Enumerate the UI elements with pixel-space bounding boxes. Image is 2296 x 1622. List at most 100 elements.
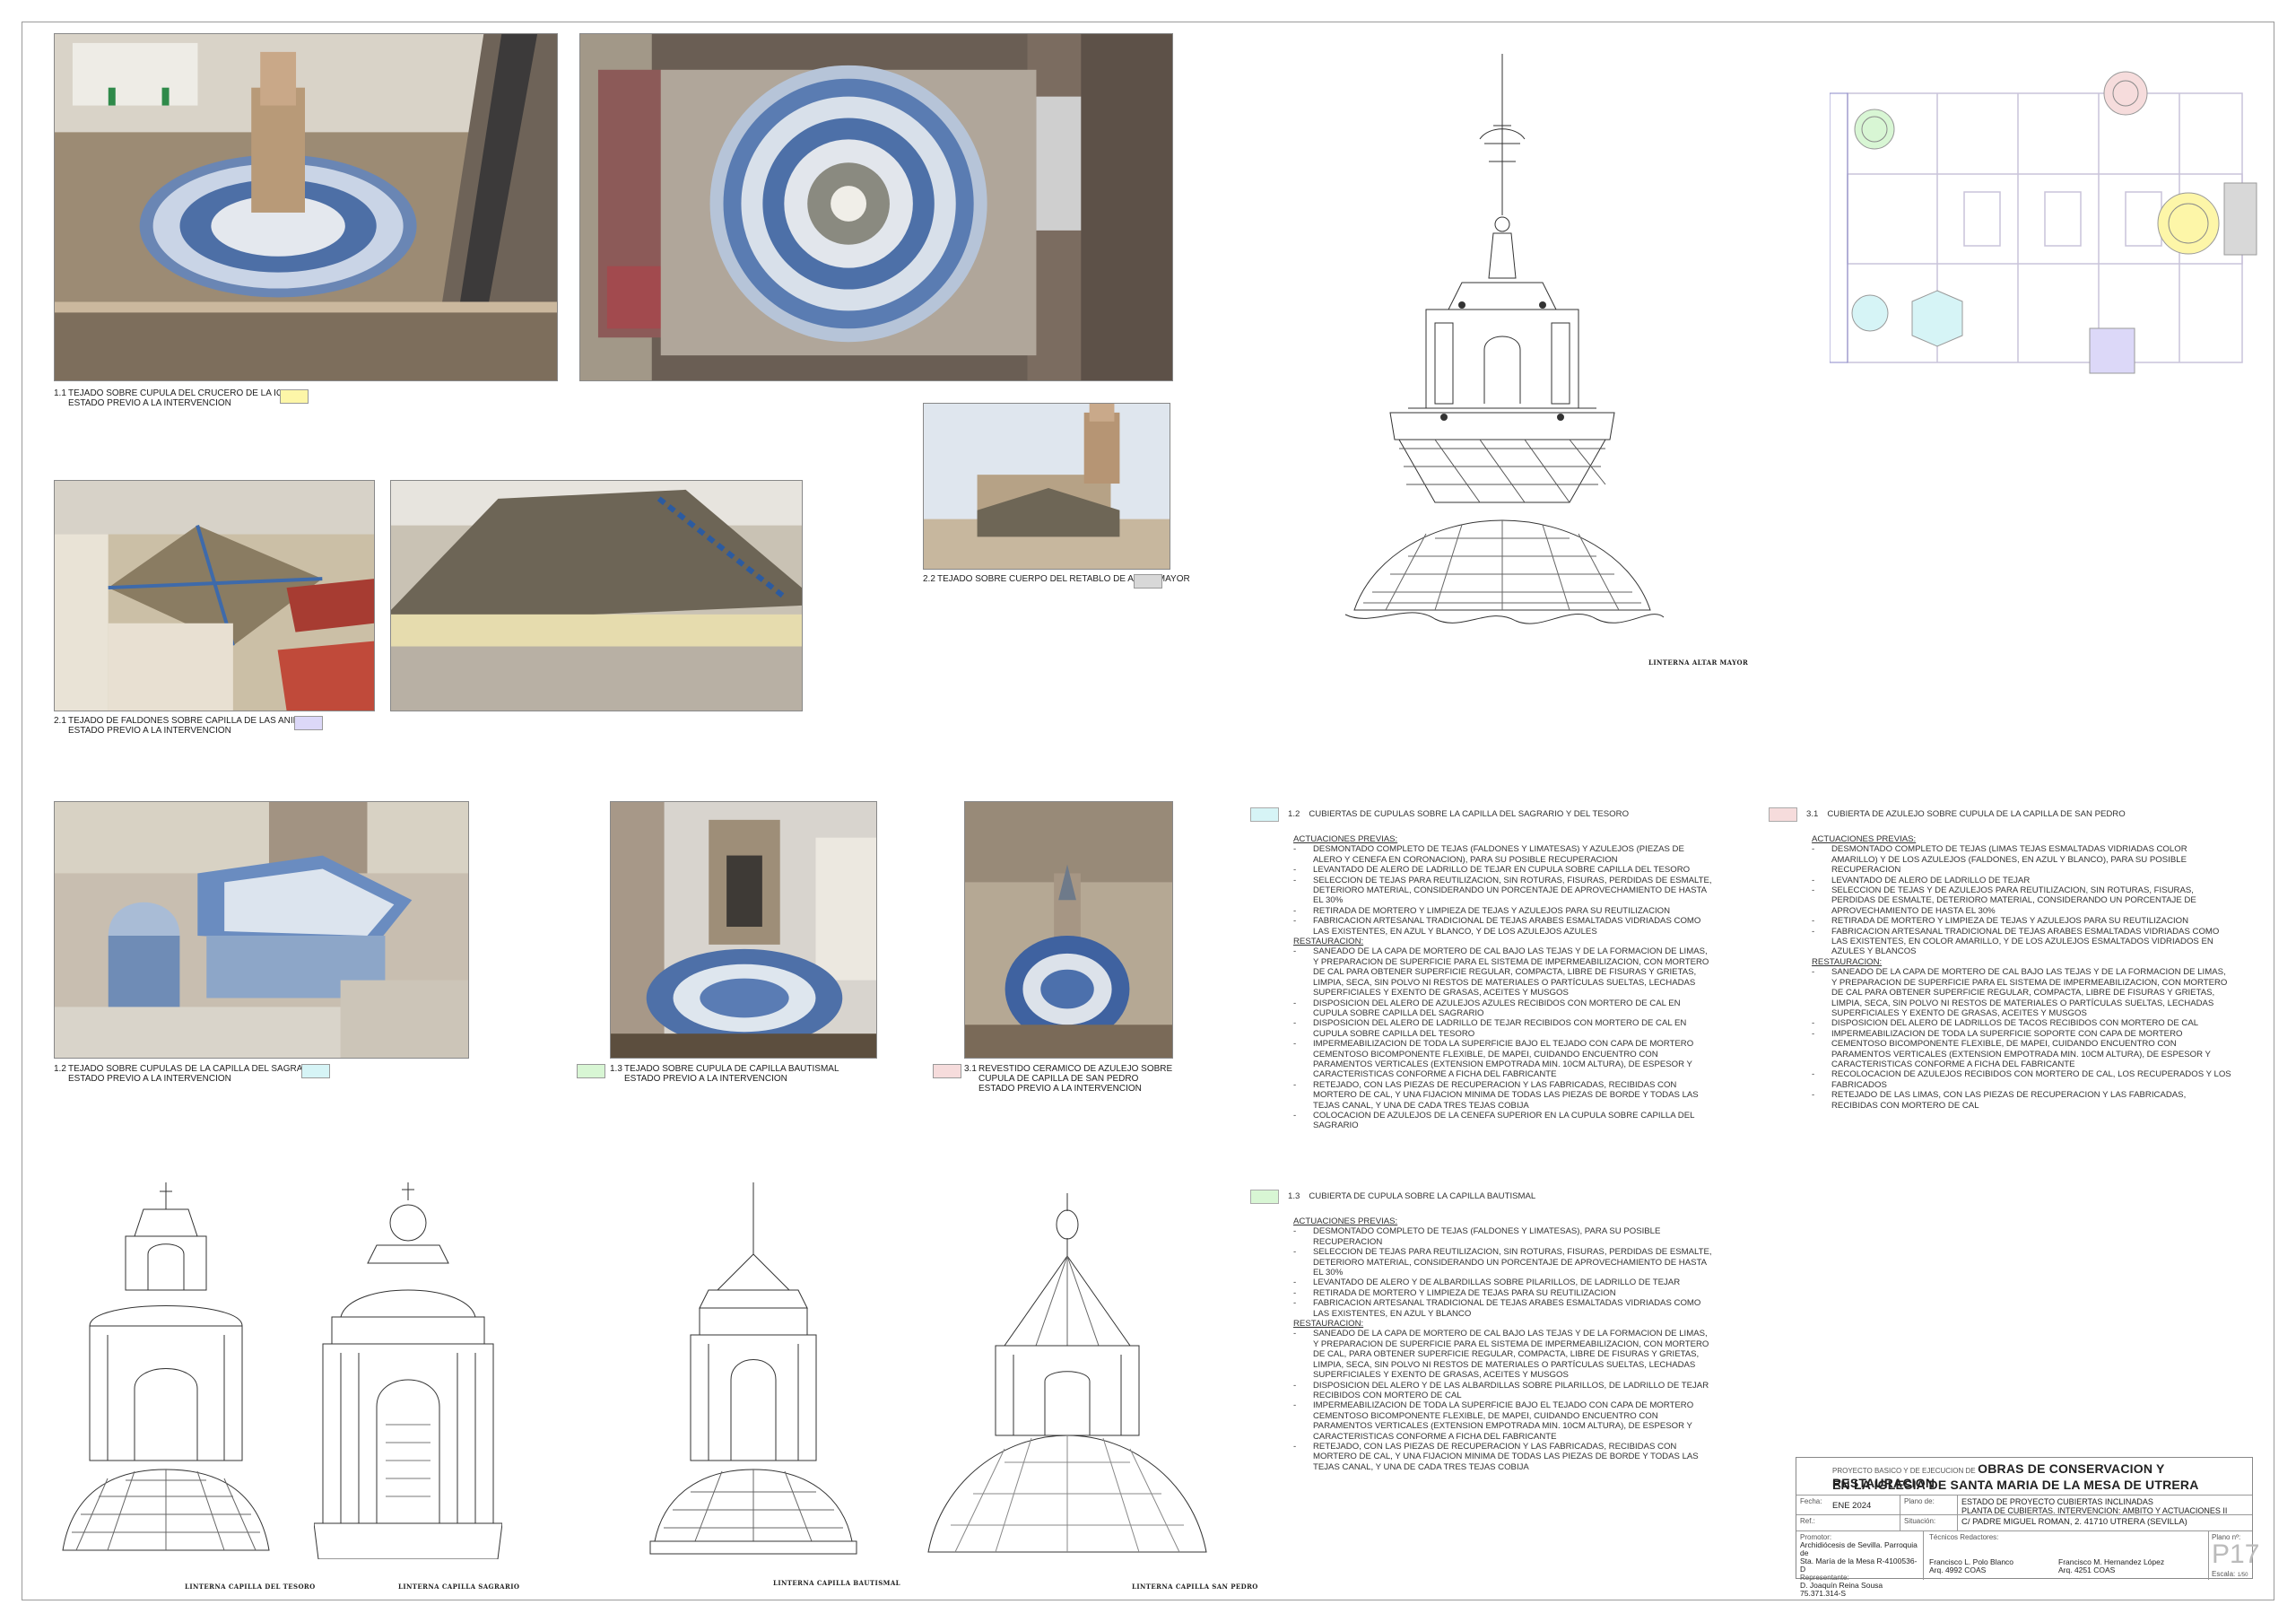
roof-plan <box>1830 57 2260 382</box>
spec-item: COLOCACION DE AZULEJOS DE LA CENEFA SUPE… <box>1293 1111 1713 1131</box>
spec-item: RETEJADO, CON LAS PIEZAS DE RECUPERACION… <box>1293 1442 1713 1472</box>
spec-section-title: ACTUACIONES PREVIAS: <box>1293 834 1398 844</box>
spec-title: CUBIERTA DE CUPULA SOBRE LA CAPILLA BAUT… <box>1309 1191 1536 1202</box>
spec-item: SANEADO DE LA CAPA DE MORTERO DE CAL BAJ… <box>1293 1329 1713 1380</box>
spec-item: DISPOSICION DEL ALERO DE LADRILLOS DE TA… <box>1812 1018 2231 1029</box>
spec-swatch <box>1250 807 1279 822</box>
photo-animas-roof-close <box>390 480 803 711</box>
photo-crucero-top <box>579 33 1173 381</box>
spec-item: DESMONTADO COMPLETO DE TEJAS (FALDONES Y… <box>1293 844 1713 865</box>
promotor-cell: Promotor: Archidiócesis de Sevilla. Parr… <box>1796 1531 1924 1598</box>
spec-item: FABRICACION ARTESANAL TRADICIONAL DE TEJ… <box>1293 916 1713 937</box>
spec-section-title: RESTAURACION: <box>1293 1319 1364 1330</box>
swatch-1-1 <box>280 389 309 404</box>
spec-item: DISPOSICION DEL ALERO DE AZULEJOS AZULES… <box>1293 998 1713 1019</box>
photo-animas-faldones <box>54 480 375 711</box>
tecnico-2-arq: Arq. 4251 COAS <box>2058 1565 2116 1574</box>
situacion-value-cell: C/ PADRE MIGUEL ROMAN, 2. 41710 UTRERA (… <box>1958 1515 2254 1530</box>
photo-sagrario-cupulas <box>54 801 469 1059</box>
spec-list-prev: DESMONTADO COMPLETO DE TEJAS (FALDONES Y… <box>1293 1226 1713 1319</box>
label-linterna-altar-mayor: LINTERNA ALTAR MAYOR <box>1648 658 1749 667</box>
spec-number: 1.2 <box>1288 809 1300 820</box>
caption-number: 3.1 <box>964 1064 977 1074</box>
spec-swatch <box>1250 1190 1279 1204</box>
plano-line1: ESTADO DE PROYECTO CUBIERTAS INCLINADAS <box>1961 1497 2153 1506</box>
swatch-1-2 <box>301 1064 330 1078</box>
spec-item: RETIRADA DE MORTERO Y LIMPIEZA DE TEJAS … <box>1812 916 2231 927</box>
caption-text: TEJADO SOBRE CUPULAS DE LA CAPILLA DEL S… <box>68 1064 319 1074</box>
spec-item: DESMONTADO COMPLETO DE TEJAS (LIMAS TEJA… <box>1812 844 2231 875</box>
label-linterna-sagrario: LINTERNA CAPILLA SAGRARIO <box>398 1583 520 1591</box>
fecha-plano-row: Fecha: ENE 2024 Plano de: ESTADO DE PROY… <box>1796 1496 2252 1515</box>
caption-2-1: 2.1 TEJADO DE FALDONES SOBRE CAPILLA DE L… <box>54 716 312 736</box>
spec-item: RECOLOCACION DE AZULEJOS RECIBIDOS CON M… <box>1812 1069 2231 1090</box>
drawing-linterna-bautismal <box>646 1182 861 1559</box>
situacion-value: C/ PADRE MIGUEL ROMAN, 2. 41710 UTRERA (… <box>1961 1517 2187 1527</box>
spec-item: LEVANTADO DE ALERO Y DE ALBARDILLAS SOBR… <box>1293 1278 1713 1288</box>
spec-block-3-1: 3.1 CUBIERTA DE AZULEJO SOBRE CUPULA DE … <box>1769 807 2231 1111</box>
tecnico-2: Francisco M. Hernandez López Arq. 4251 C… <box>2058 1558 2164 1574</box>
spec-item: FABRICACION ARTESANAL TRADICIONAL DE TEJ… <box>1812 927 2231 957</box>
tecnico-1: Francisco L. Polo Blanco Arq. 4992 COAS <box>1929 1558 2013 1574</box>
caption-number: 2.1 <box>54 716 66 726</box>
spec-item: SELECCION DE TEJAS PARA REUTILIZACION, S… <box>1293 1247 1713 1278</box>
spec-item: DESMONTADO COMPLETO DE TEJAS (FALDONES Y… <box>1293 1226 1713 1247</box>
promotor-line1: Archidiócesis de Sevilla. Parroquia de <box>1800 1540 1918 1557</box>
spec-section-title: RESTAURACION: <box>1812 956 1883 967</box>
spec-number: 3.1 <box>1806 809 1819 820</box>
caption-1-3: 1.3 TEJADO SOBRE CUPULA DE CAPILLA BAUTIS… <box>610 1064 839 1084</box>
escala-value: 1/50 <box>2237 1573 2248 1578</box>
label-linterna-san-pedro: LINTERNA CAPILLA SAN PEDRO <box>1132 1583 1258 1591</box>
drawing-linterna-san-pedro <box>924 1193 1211 1561</box>
caption-number: 1.1 <box>54 388 66 398</box>
spec-heading: 1.2 CUBIERTAS DE CUPULAS SOBRE LA CAPILL… <box>1250 807 1713 822</box>
caption-3-1: 3.1 REVESTIDO CERAMICO DE AZULEJO SOBRE C… <box>964 1064 1172 1094</box>
situacion-label-cell: Situación: <box>1900 1515 1958 1530</box>
plano-no-value: P17 <box>2212 1539 2260 1569</box>
spec-title: CUBIERTA DE AZULEJO SOBRE CUPULA DE LA C… <box>1827 809 2126 820</box>
spec-item: RETIRADA DE MORTERO Y LIMPIEZA DE TEJAS … <box>1293 1288 1713 1299</box>
tecnico-1-arq: Arq. 4992 COAS <box>1929 1565 1987 1574</box>
title-block: PROYECTO BASICO Y DE EJECUCION DE OBRAS … <box>1796 1457 2260 1598</box>
caption-text: REVESTIDO CERAMICO DE AZULEJO SOBRE <box>978 1064 1173 1074</box>
spec-section-title: ACTUACIONES PREVIAS: <box>1812 834 1917 844</box>
spec-title: CUBIERTAS DE CUPULAS SOBRE LA CAPILLA DE… <box>1309 809 1630 820</box>
spec-block-1-2: 1.2 CUBIERTAS DE CUPULAS SOBRE LA CAPILL… <box>1250 807 1713 1131</box>
spec-item: LEVANTADO DE ALERO DE LADRILLO DE TEJAR … <box>1293 865 1713 876</box>
caption-text: ESTADO PREVIO A LA INTERVENCION <box>978 1084 1142 1094</box>
plano-no-cell: Plano nº: P17 Escala: 1/50 <box>2209 1531 2260 1580</box>
tecnicos-cell: Técnicos Redactores: Francisco L. Polo B… <box>1924 1531 2209 1580</box>
spec-item: IMPERMEABILIZACION DE TODA LA SUPERFICIE… <box>1812 1029 2231 1070</box>
caption-text: ESTADO PREVIO A LA INTERVENCION <box>68 1074 231 1084</box>
caption-text: TEJADO SOBRE CUPULA DEL CRUCERO DE LA IG… <box>68 388 309 398</box>
plano-value-cell: ESTADO DE PROYECTO CUBIERTAS INCLINADAS … <box>1958 1496 2254 1514</box>
spec-list-rest: SANEADO DE LA CAPA DE MORTERO DE CAL BAJ… <box>1293 946 1713 1130</box>
spec-list-prev: DESMONTADO COMPLETO DE TEJAS (LIMAS TEJA… <box>1812 844 2231 956</box>
spec-item: LEVANTADO DE ALERO DE LADRILLO DE TEJAR <box>1812 876 2231 886</box>
ref-situacion-row: Ref.: Situación: C/ PADRE MIGUEL ROMAN, … <box>1796 1515 2252 1531</box>
caption-text: TEJADO SOBRE CUPULA DE CAPILLA BAUTISMAL <box>624 1064 839 1074</box>
swatch-1-3 <box>577 1064 605 1078</box>
tecnicos-label: Técnicos Redactores: <box>1929 1533 1999 1541</box>
representante-id: 75.371.314-S <box>1800 1589 1847 1598</box>
photo-bautismal-cupula <box>610 801 877 1059</box>
situacion-label: Situación: <box>1904 1517 1936 1525</box>
caption-1-1: 1.1 TEJADO SOBRE CUPULA DEL CRUCERO DE LA… <box>54 388 309 408</box>
spec-item: FABRICACION ARTESANAL TRADICIONAL DE TEJ… <box>1293 1298 1713 1319</box>
caption-text: ESTADO PREVIO A LA INTERVENCION <box>624 1074 787 1084</box>
spec-heading: 3.1 CUBIERTA DE AZULEJO SOBRE CUPULA DE … <box>1769 807 2231 822</box>
drawing-linterna-tesoro <box>54 1182 278 1559</box>
spec-block-1-3: 1.3 CUBIERTA DE CUPULA SOBRE LA CAPILLA … <box>1250 1190 1713 1472</box>
photo-crucero-aerial <box>54 33 558 381</box>
caption-text: ESTADO PREVIO A LA INTERVENCION <box>68 726 231 736</box>
label-linterna-bautismal: LINTERNA CAPILLA BAUTISMAL <box>773 1579 900 1587</box>
swatch-2-1 <box>294 716 323 730</box>
fecha-value: ENE 2024 <box>1832 1501 1872 1511</box>
ref-label: Ref.: <box>1800 1517 1815 1525</box>
spec-item: DISPOSICION DEL ALERO DE LADRILLO DE TEJ… <box>1293 1018 1713 1039</box>
photo-san-pedro-cupula <box>964 801 1173 1059</box>
spec-list-rest: SANEADO DE LA CAPA DE MORTERO DE CAL BAJ… <box>1293 1329 1713 1472</box>
escala: Escala: 1/50 <box>2212 1569 2248 1578</box>
spec-list-rest: SANEADO DE LA CAPA DE MORTERO DE CAL BAJ… <box>1812 967 2231 1111</box>
caption-1-2: 1.2 TEJADO SOBRE CUPULAS DE LA CAPILLA DE… <box>54 1064 318 1084</box>
